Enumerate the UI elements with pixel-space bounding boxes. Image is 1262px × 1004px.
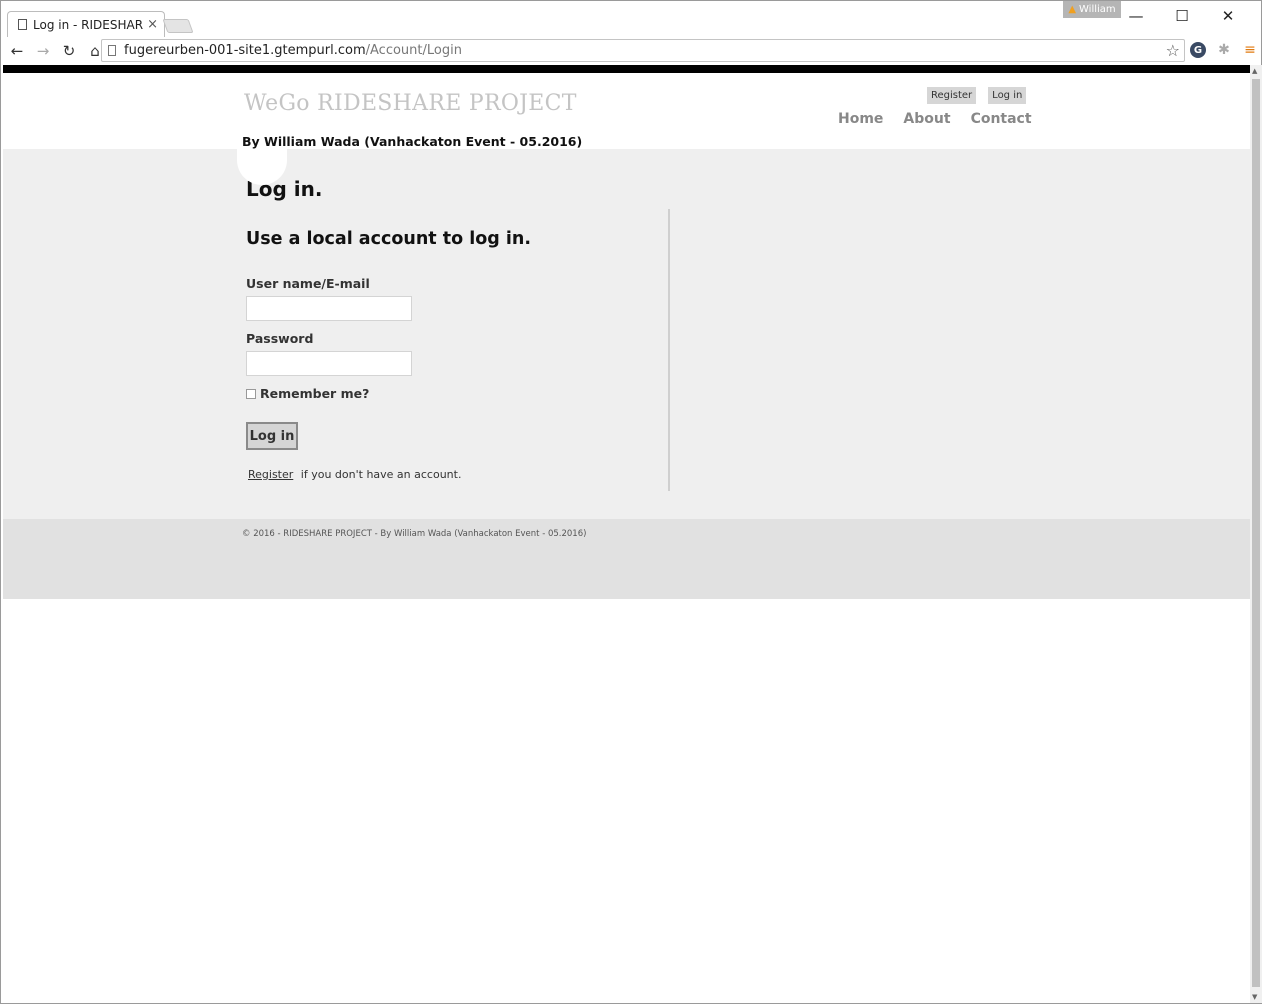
tab-title: Log in - RIDESHARE [33,17,144,32]
address-bar[interactable]: fugereurben-001-site1.gtempurl.com/Accou… [101,39,1185,62]
account-links: Register Log in [927,87,1027,104]
site-subtitle: By William Wada (Vanhackaton Event - 05.… [242,134,583,149]
forward-icon[interactable]: → [31,39,55,63]
maximize-icon[interactable]: ☐ [1159,5,1205,27]
remember-checkbox[interactable] [246,389,256,399]
window-controls: — ☐ ✕ [1113,5,1251,27]
register-suffix: if you don't have an account. [300,468,462,481]
puzzle-icon[interactable]: ✱ [1216,42,1232,58]
warning-icon: ▲ [1068,4,1077,15]
username-input[interactable] [246,296,412,321]
back-icon[interactable]: ← [5,39,29,63]
password-label: Password [246,331,314,346]
nav-home[interactable]: Home [838,111,883,127]
menu-icon[interactable]: ≡ [1242,42,1258,58]
browser-tab[interactable]: Log in - RIDESHARE × [7,11,165,37]
site-title[interactable]: WeGo RIDESHARE PROJECT [244,91,577,116]
login-top-link[interactable]: Log in [988,87,1027,104]
browser-toolbar: ← → ↻ ⌂ fugereurben-001-site1.gtempurl.c… [1,37,1261,65]
password-input[interactable] [246,351,412,376]
close-icon[interactable]: ✕ [1205,5,1251,27]
minimize-icon[interactable]: — [1113,5,1159,27]
new-tab-button[interactable] [162,19,194,33]
page-top-bar [3,65,1250,73]
bookmark-star-icon[interactable]: ☆ [1166,41,1180,60]
page-viewport: Log in. Use a local account to log in. U… [3,73,1250,1003]
reload-icon[interactable]: ↻ [57,39,81,63]
extension-icon[interactable]: G [1190,42,1206,58]
username-label: User name/E-mail [246,276,370,291]
document-icon [108,45,116,56]
nav-contact[interactable]: Contact [971,111,1032,127]
title-bar: Log in - RIDESHARE × ▲ William — ☐ ✕ [1,1,1261,37]
nav-about[interactable]: About [903,111,950,127]
main-nav: Home About Contact [838,111,1032,127]
url-path: /Account/Login [365,43,462,58]
register-top-link[interactable]: Register [927,87,977,104]
section-title: Use a local account to log in. [246,229,531,249]
scroll-up-icon[interactable]: ▲ [1252,67,1257,75]
login-button[interactable]: Log in [246,422,298,450]
content-band: Log in. Use a local account to log in. U… [3,149,1250,519]
tab-close-icon[interactable]: × [147,17,158,32]
footer-text: © 2016 - RIDESHARE PROJECT - By William … [242,529,587,539]
register-link[interactable]: Register [248,468,293,481]
scroll-down-icon[interactable]: ▼ [1252,993,1257,1001]
page-icon [18,19,27,30]
site-header: WeGo RIDESHARE PROJECT Register Log in H… [3,73,1250,149]
browser-window: Log in - RIDESHARE × ▲ William — ☐ ✕ ← →… [0,0,1262,1004]
vertical-scrollbar[interactable]: ▲ ▼ [1250,65,1262,1003]
url-host: fugereurben-001-site1.gtempurl.com [124,43,366,58]
column-divider [668,209,670,491]
remember-label[interactable]: Remember me? [260,386,369,401]
site-footer: © 2016 - RIDESHARE PROJECT - By William … [3,519,1250,599]
scrollbar-thumb[interactable] [1252,79,1260,987]
profile-name: William [1079,4,1116,15]
register-line: Register if you don't have an account. [248,468,461,481]
